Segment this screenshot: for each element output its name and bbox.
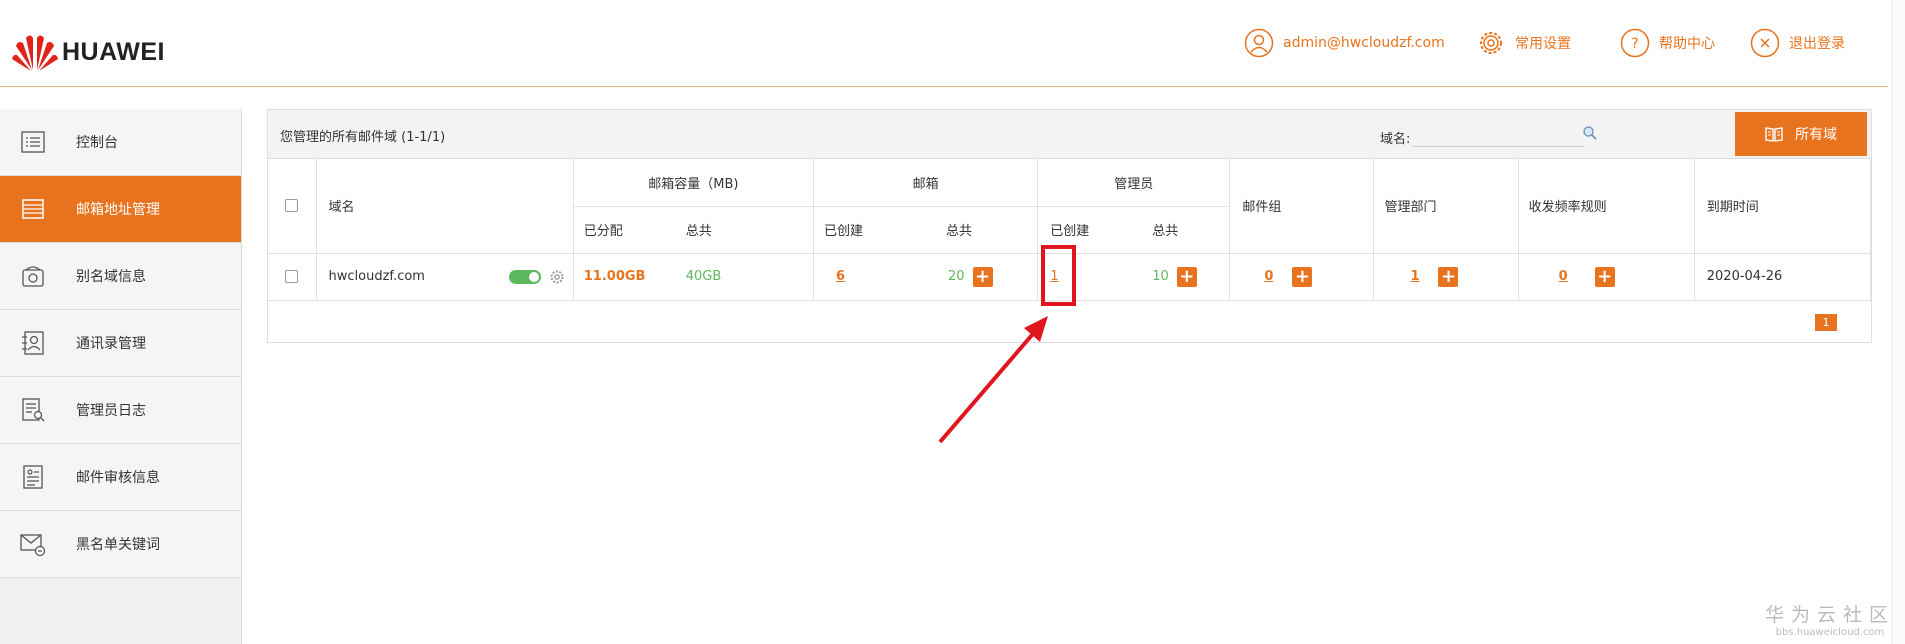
log-search-icon (22, 398, 45, 422)
huawei-flower-icon (12, 35, 58, 71)
sidebar-item-admin-log[interactable]: 管理员日志 (0, 377, 241, 444)
question-icon: ? (1620, 28, 1650, 58)
mailbox-total: 20 (947, 269, 965, 284)
add-freq-rule-button[interactable]: + (1594, 266, 1615, 287)
vertical-scrollbar[interactable] (1891, 0, 1905, 644)
cell-mail-group: 0 + (1229, 253, 1375, 301)
page-1-button[interactable]: 1 (1815, 313, 1837, 331)
col-expiry: 到期时间 (1694, 159, 1872, 254)
sidebar-item-label: 通讯录管理 (76, 336, 146, 352)
sidebar-item-contacts[interactable]: 通讯录管理 (0, 310, 241, 377)
sidebar-item-label: 别名域信息 (76, 269, 146, 285)
subcol-mailbox-created: 已创建 (823, 224, 863, 239)
list-icon (21, 131, 45, 153)
top-header: HUAWEI admin@hwcloudzf.com 常用设置 ? 帮助中心 退… (0, 0, 1888, 87)
all-domains-button[interactable]: 所有域 (1735, 112, 1867, 156)
add-mail-group-button[interactable]: + (1292, 266, 1313, 287)
mailbox-created-link[interactable]: 6 (836, 269, 948, 284)
red-arrow-annotation (938, 316, 1048, 444)
stack-icon (22, 199, 44, 219)
subcol-allocated: 已分配 (583, 224, 623, 239)
sidebar-item-mail-audit[interactable]: 邮件审核信息 (0, 444, 241, 511)
col-capacity: 邮箱容量（MB) (573, 159, 814, 207)
row-checkbox[interactable] (285, 270, 299, 283)
contact-icon (22, 331, 44, 355)
svg-text:?: ? (1631, 36, 1638, 52)
capacity-allocated: 11.00GB (583, 269, 646, 284)
brand-name: HUAWEI (62, 37, 165, 66)
watermark: 华为云社区 bbs.huaweicloud.com (1765, 600, 1895, 638)
logout-link[interactable]: 退出登录 (1750, 28, 1845, 58)
add-mailbox-button[interactable]: + (972, 266, 993, 287)
search-icon[interactable] (1582, 125, 1598, 141)
admin-total: 10 (1152, 269, 1169, 284)
domain-filter-label: 域名: (1380, 132, 1411, 147)
col-mail-group: 邮件组 (1229, 159, 1375, 254)
col-mailbox: 邮箱 (813, 159, 1039, 207)
sidebar: 控制台 邮箱地址管理 别名域信息 通讯录管理 管理员日志 邮件审核信息 黑名单关… (0, 109, 242, 644)
col-freq-rule: 收发频率规则 (1518, 159, 1695, 254)
settings-link[interactable]: 常用设置 (1476, 28, 1571, 58)
select-all-cell (268, 159, 317, 254)
sidebar-item-label: 控制台 (76, 135, 118, 151)
subcol-capacity: 已分配 总共 (573, 206, 814, 254)
subcol-mailbox: 已创建 总共 (813, 206, 1039, 254)
help-label: 帮助中心 (1659, 36, 1715, 52)
dept-link[interactable]: 1 (1410, 269, 1438, 284)
sidebar-item-label: 管理员日志 (76, 403, 146, 419)
cell-domain: hwcloudzf.com (316, 253, 574, 301)
logout-label: 退出登录 (1789, 36, 1845, 52)
domain-filter-input[interactable] (1413, 123, 1583, 147)
col-admin: 管理员 (1037, 159, 1231, 207)
user-email: admin@hwcloudzf.com (1283, 35, 1445, 51)
freq-rule-link[interactable]: 0 (1559, 269, 1595, 284)
domain-enable-toggle[interactable] (508, 269, 541, 284)
user-account-link[interactable]: admin@hwcloudzf.com (1244, 28, 1445, 58)
watermark-title: 华为云社区 (1764, 604, 1895, 626)
sidebar-item-alias-domain[interactable]: 别名域信息 (0, 243, 241, 310)
cell-capacity: 11.00GB 40GB (573, 253, 814, 301)
panel-title: 您管理的所有邮件域 (1-1/1) (280, 130, 446, 145)
all-domains-label: 所有域 (1795, 126, 1837, 142)
add-dept-button[interactable]: + (1438, 266, 1459, 287)
cell-mailbox: 6 20 + (813, 253, 1039, 301)
settings-label: 常用设置 (1515, 36, 1571, 52)
huawei-logo[interactable]: HUAWEI (12, 32, 165, 72)
gear-icon[interactable] (549, 269, 565, 285)
table-header-row: 域名 邮箱容量（MB) 邮箱 管理员 邮件组 管理部门 收发频率规则 到期时间 (268, 159, 1872, 254)
subcol-admin-total: 总共 (1152, 224, 1179, 239)
mail-group-link[interactable]: 0 (1264, 269, 1292, 284)
watermark-url: bbs.huaweicloud.com (1775, 627, 1885, 638)
mail-lock-icon (20, 534, 46, 557)
domain-name: hwcloudzf.com (328, 269, 425, 284)
cell-freq-rule: 0 + (1518, 253, 1695, 301)
subcol-mailbox-total: 总共 (945, 224, 972, 239)
panel-header: 您管理的所有邮件域 (1-1/1) 域名: 所有域 (268, 110, 1871, 159)
sidebar-item-mailbox-management[interactable]: 邮箱地址管理 (0, 176, 241, 243)
col-dept: 管理部门 (1373, 159, 1519, 254)
highlight-box (1041, 245, 1076, 306)
subcol-admin-created: 已创建 (1050, 224, 1090, 239)
sidebar-item-blacklist-keywords[interactable]: 黑名单关键词 (0, 511, 241, 578)
gear-icon (1480, 32, 1502, 54)
add-admin-button[interactable]: + (1176, 266, 1197, 287)
col-domain: 域名 (316, 159, 574, 254)
book-icon (1765, 127, 1783, 142)
cell-dept: 1 + (1373, 253, 1519, 301)
help-link[interactable]: ? 帮助中心 (1620, 28, 1715, 58)
sidebar-item-label: 邮箱地址管理 (76, 202, 160, 218)
row-select-cell (268, 253, 317, 301)
close-circle-icon (1750, 28, 1780, 58)
select-all-checkbox[interactable] (285, 199, 299, 213)
phone-icon (22, 266, 44, 287)
sidebar-item-label: 黑名单关键词 (76, 537, 160, 553)
user-icon (1244, 28, 1274, 58)
audit-doc-icon (23, 465, 43, 489)
cell-expiry: 2020-04-26 (1694, 253, 1872, 301)
subcol-capacity-total: 总共 (685, 224, 712, 239)
sidebar-item-console[interactable]: 控制台 (0, 109, 241, 176)
capacity-total: 40GB (685, 269, 722, 284)
sidebar-item-label: 邮件审核信息 (76, 470, 160, 486)
